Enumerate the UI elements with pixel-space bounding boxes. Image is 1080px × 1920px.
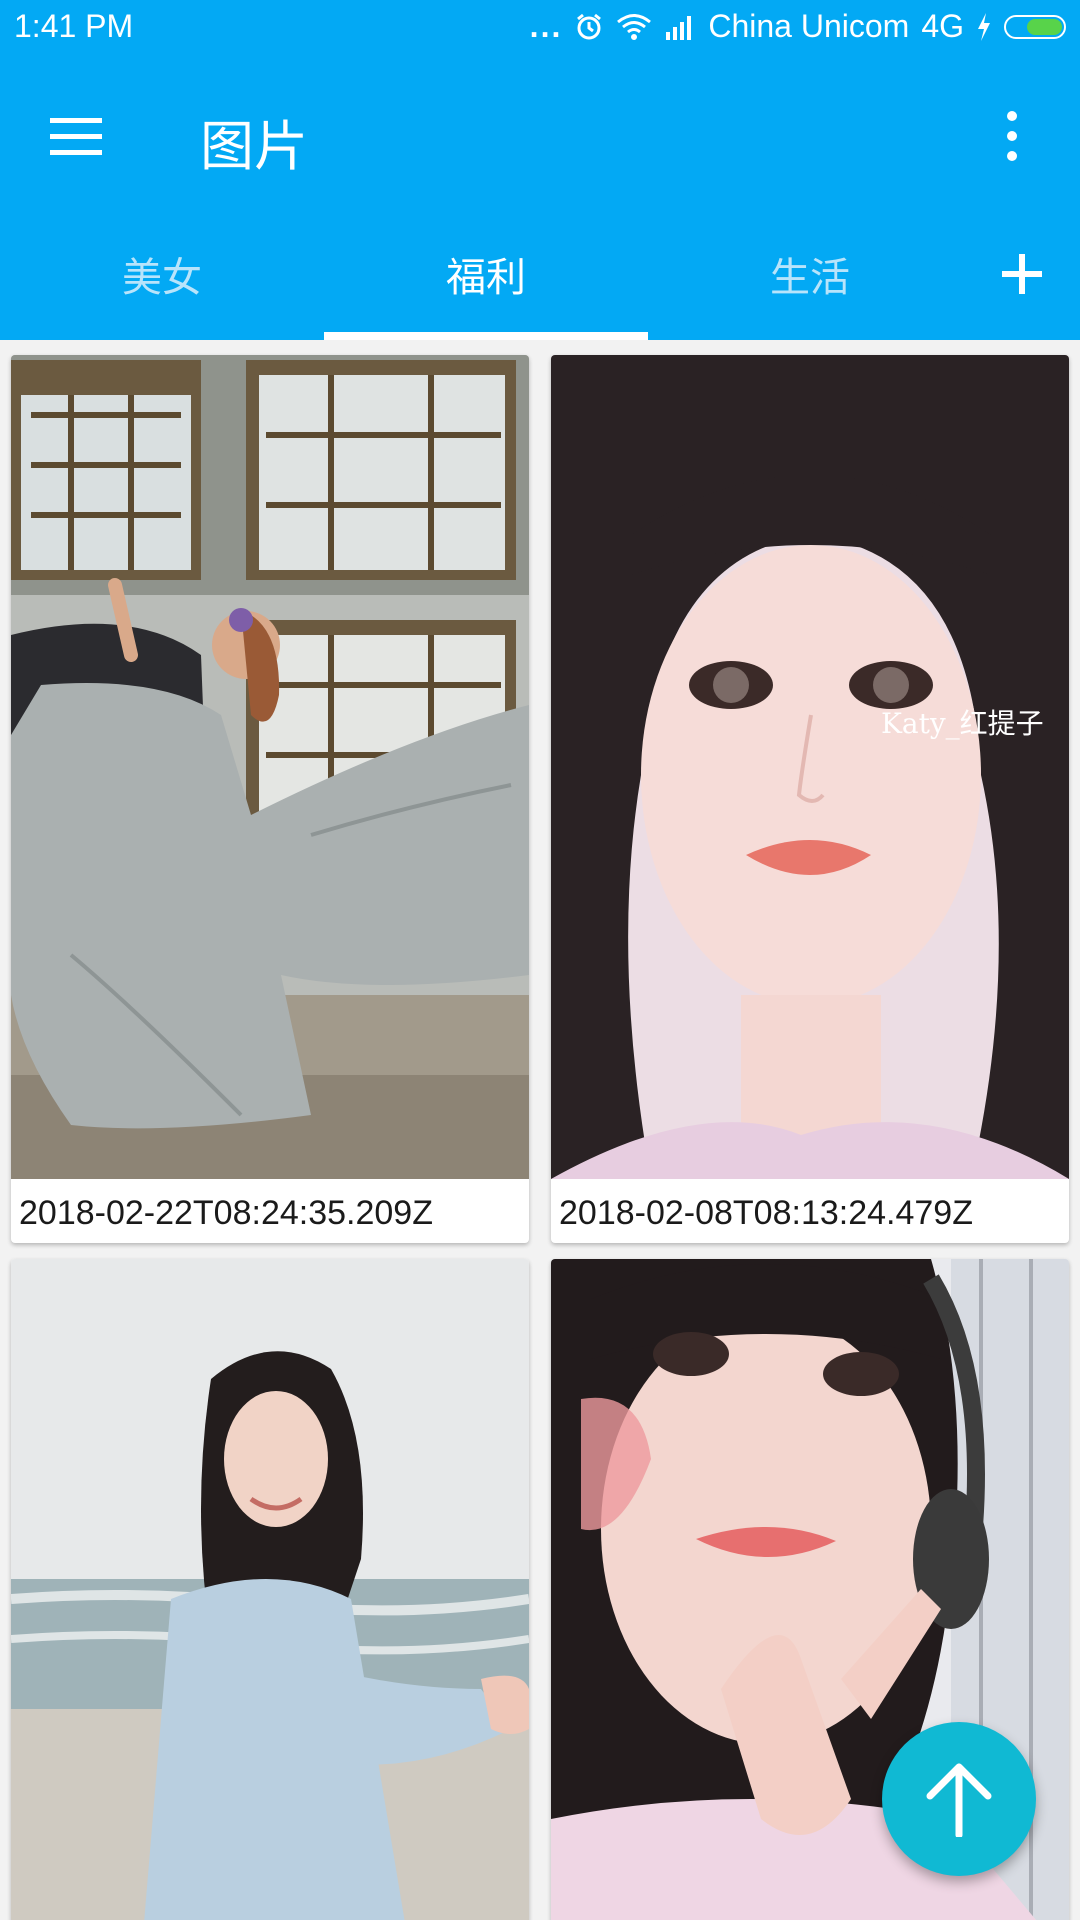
image-watermark: Katy_红提子 — [881, 707, 1044, 740]
network-type: 4G — [921, 8, 964, 44]
tab-welfare[interactable]: 福利 — [324, 208, 648, 340]
status-icons: ... China Unicom 4G — [530, 8, 1066, 45]
photo-card[interactable]: Katy_红提子 2018-02-08T08:13:24.479Z — [551, 355, 1069, 1243]
tab-life[interactable]: 生活 — [648, 208, 972, 340]
menu-button[interactable] — [36, 104, 116, 168]
page-title: 图片 — [200, 115, 308, 178]
plus-icon — [1002, 254, 1042, 294]
tab-beauty[interactable]: 美女 — [0, 208, 324, 340]
hamburger-menu-icon — [50, 118, 102, 155]
add-tab-button[interactable] — [990, 242, 1054, 306]
app-bar: 图片 — [0, 56, 1080, 208]
status-bar: 1:41 PM ... China Unicom 4G — [0, 0, 1080, 56]
photo-card[interactable] — [11, 1259, 529, 1920]
photo-grid: 2018-02-22T08:24:35.209Z Katy_红提子 2018-0… — [0, 340, 1080, 1920]
carrier-name: China Unicom — [708, 8, 910, 44]
overflow-menu-button[interactable] — [988, 104, 1036, 168]
card-image-gown — [11, 355, 529, 1179]
card-caption: 2018-02-08T08:13:24.479Z — [559, 1194, 973, 1232]
more-notifications-icon: ... — [529, 8, 563, 44]
status-time: 1:41 PM — [14, 8, 134, 44]
more-vertical-icon — [1007, 111, 1017, 161]
arrow-up-icon — [926, 1763, 992, 1837]
photo-card[interactable]: 2018-02-22T08:24:35.209Z — [11, 355, 529, 1243]
signal-icon — [664, 14, 696, 40]
charging-icon — [976, 12, 992, 41]
wifi-icon — [616, 13, 652, 41]
screen: 1:41 PM ... China Unicom 4G 图片 美女 福利 生活 … — [0, 0, 1080, 1920]
card-image-beach — [11, 1259, 529, 1920]
alarm-icon — [574, 12, 604, 42]
card-image-portrait: Katy_红提子 — [551, 355, 1069, 1179]
tab-indicator — [324, 332, 648, 340]
scroll-to-top-button[interactable] — [882, 1722, 1036, 1876]
tab-bar: 美女 福利 生活 — [0, 208, 1080, 340]
battery-level — [1027, 18, 1062, 35]
battery-icon — [1004, 14, 1066, 39]
card-caption: 2018-02-22T08:24:35.209Z — [19, 1194, 433, 1232]
